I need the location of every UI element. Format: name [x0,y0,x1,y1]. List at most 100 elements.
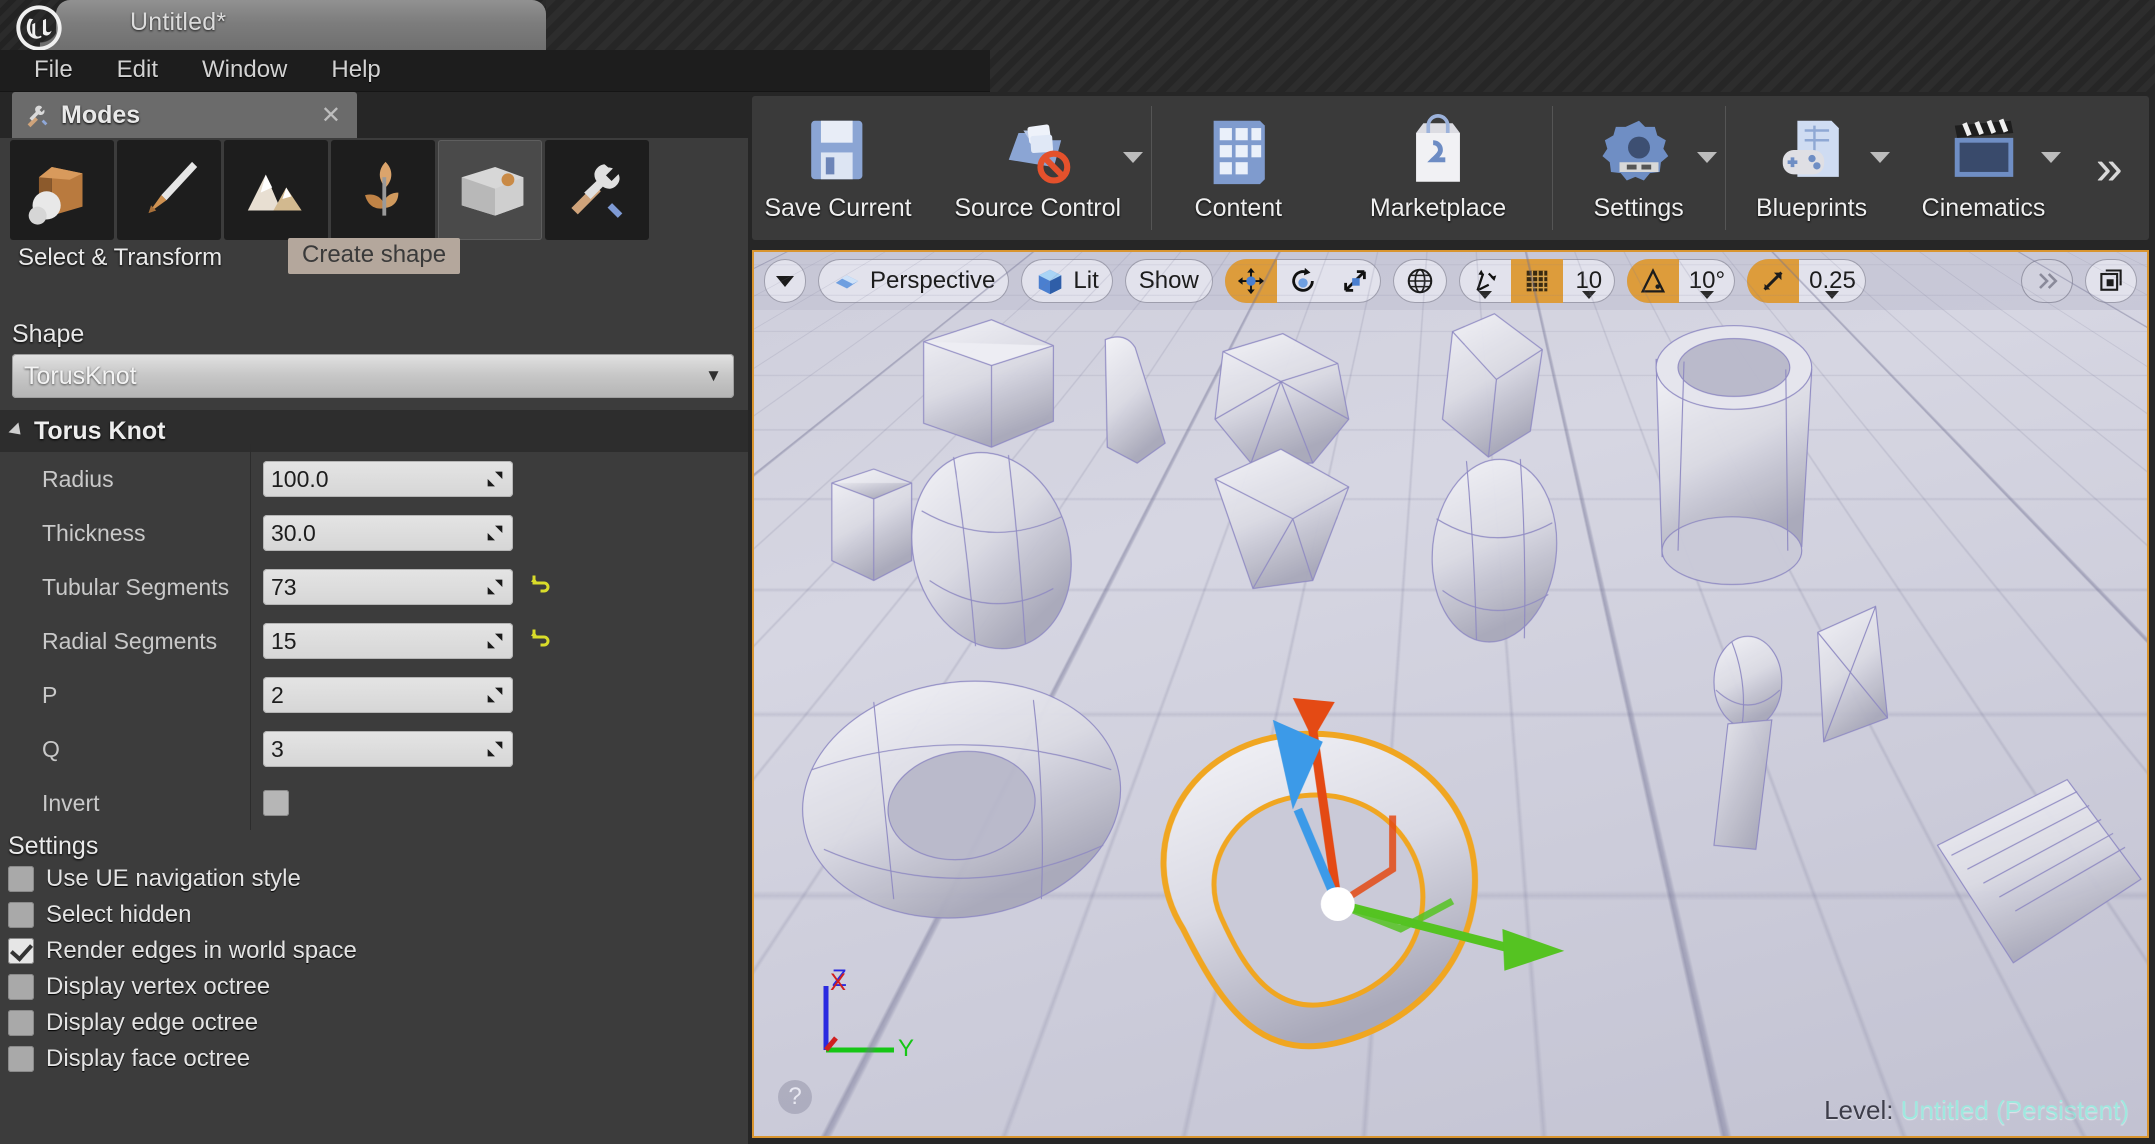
mode-button-geometry-editing[interactable] [438,140,542,240]
checkbox-select-hidden[interactable] [8,902,34,928]
modes-toolbar [0,138,748,242]
scale-icon [1344,270,1366,292]
grid-snap-value-button[interactable]: 10 [1563,259,1615,303]
rotation-snap-group: 10° [1626,259,1736,303]
rotation-snap-value-button[interactable]: 10° [1679,259,1735,303]
scale-tool-button[interactable] [1329,259,1381,303]
property-list: Radius 100.0 Thickness 30.0 Tubular Segm… [0,444,748,830]
menu-file[interactable]: File [14,53,97,89]
scale-snap-value-button[interactable]: 0.25 [1799,259,1866,303]
property-input-q[interactable]: 3 [263,731,513,767]
chevron-down-icon[interactable] [1696,152,1717,163]
property-label-p: P [42,681,58,708]
mode-button-landscape[interactable] [224,140,328,240]
setting-row-select-hidden[interactable]: Select hidden [0,897,748,933]
toolbar-button-save-current[interactable]: Save Current [752,96,924,240]
property-checkbox-invert[interactable] [263,790,289,816]
setting-row-display-vertex-octree[interactable]: Display vertex octree [0,969,748,1005]
spinner-drag-icon[interactable] [484,468,506,490]
property-input-radial-segments[interactable]: 15 [263,623,513,659]
axis-label-y: Y [898,1035,914,1062]
rotation-snap-toggle[interactable] [1626,259,1679,303]
chevron-down-icon[interactable] [1123,152,1144,163]
toolbar-button-cinematics[interactable]: Cinematics [1898,96,2070,240]
setting-row-render-edges-in-world-space[interactable]: Render edges in world space [0,933,748,969]
property-value-p: 2 [271,681,284,708]
checkbox-use-ue-navigation-style[interactable] [8,866,34,892]
menu-window[interactable]: Window [182,53,311,89]
reset-to-default-icon[interactable] [527,574,551,600]
property-row-p: P 2 [0,660,748,722]
gear-icon [1600,108,1678,192]
checkbox-render-edges-in-world-space[interactable] [8,938,34,964]
spinner-drag-icon[interactable] [484,630,506,652]
paintbrush-icon [148,161,198,214]
view-mode-button[interactable]: Lit [1021,259,1113,303]
property-row-invert: Invert [0,768,748,830]
property-input-p[interactable]: 2 [263,677,513,713]
toolbar-button-marketplace[interactable]: Marketplace [1324,96,1551,240]
rotate-tool-button[interactable] [1277,259,1329,303]
surface-snap-button[interactable] [1459,259,1511,303]
toolbar-button-source-control[interactable]: Source Control [924,96,1151,240]
spinner-drag-icon[interactable] [484,576,506,598]
chevron-down-icon[interactable] [1869,152,1890,163]
checkbox-display-edge-octree[interactable] [8,1010,34,1036]
angle-snap-icon [1640,268,1665,293]
view-mode-label: Lit [1073,267,1099,294]
toolbar-label-content: Content [1194,194,1283,222]
shape-dropdown[interactable]: TorusKnot ▼ [12,354,734,398]
coordinate-system-button[interactable] [1392,259,1447,303]
show-menu-button[interactable]: Show [1124,259,1213,303]
mode-button-paint[interactable] [117,140,221,240]
leaf-sprig-icon [365,161,399,216]
modes-tab[interactable]: Modes ✕ [12,92,357,138]
question-mark-icon[interactable]: ? [778,1080,812,1114]
property-input-tubular-segments[interactable]: 73 [263,569,513,605]
maximize-restore-icon [2100,269,2122,291]
checkbox-display-face-octree[interactable] [8,1046,34,1072]
property-input-thickness[interactable]: 30.0 [263,515,513,551]
spinner-drag-icon[interactable] [484,738,506,760]
viewport-options-menu-button[interactable] [764,259,806,303]
unreal-engine-logo-icon[interactable] [8,2,70,54]
modes-tab-strip: Modes ✕ [0,92,748,138]
axis-label-x: X [830,969,846,996]
toolbar-button-blueprints[interactable]: Blueprints [1726,96,1898,240]
mode-button-select-and-transform[interactable] [10,140,114,240]
menu-help[interactable]: Help [311,53,404,89]
camera-speed-button[interactable] [2021,259,2073,303]
chevron-down-icon [776,275,794,287]
settings-title: Settings [8,832,99,860]
camera-mode-button[interactable]: Perspective [818,259,1010,303]
property-label-q: Q [42,735,60,762]
setting-row-display-face-octree[interactable]: Display face octree [0,1041,748,1077]
scale-snap-toggle[interactable] [1747,259,1800,303]
reset-to-default-icon[interactable] [527,628,551,654]
spinner-drag-icon[interactable] [484,522,506,544]
level-viewport[interactable]: Perspective Lit Show 10 10° 0.25 Z X Y ?… [752,250,2149,1138]
grid-snap-toggle[interactable] [1510,259,1563,303]
marketplace-bag-icon [1399,108,1477,192]
spinner-drag-icon[interactable] [484,684,506,706]
checkbox-display-vertex-octree[interactable] [8,974,34,1000]
menu-edit[interactable]: Edit [97,53,182,89]
unreal-editor-window: Untitled* File Edit Window Help Modes ✕ [0,0,2155,1144]
show-menu-label: Show [1138,267,1199,294]
chevron-down-icon [1699,291,1714,299]
translate-tool-button[interactable] [1224,259,1277,303]
maximize-viewport-button[interactable] [2085,259,2137,303]
toolbar-overflow-double-chevron-right-icon[interactable]: » [2069,96,2149,240]
mode-button-foliage[interactable] [331,140,435,240]
property-input-radius[interactable]: 100.0 [263,461,513,497]
source-control-folders-blocked-icon [999,108,1077,192]
toolbar-button-settings[interactable]: Settings [1553,96,1725,240]
column-divider [250,552,251,614]
torus-knot-category-header[interactable]: Torus Knot [0,410,748,452]
setting-row-use-ue-navigation-style[interactable]: Use UE navigation style [0,861,748,897]
toolbar-button-content[interactable]: Content [1152,96,1324,240]
chevron-down-icon[interactable] [2041,152,2062,163]
close-icon[interactable]: ✕ [321,101,341,130]
mode-button-modeling-tools[interactable] [545,140,649,240]
setting-row-display-edge-octree[interactable]: Display edge octree [0,1005,748,1041]
